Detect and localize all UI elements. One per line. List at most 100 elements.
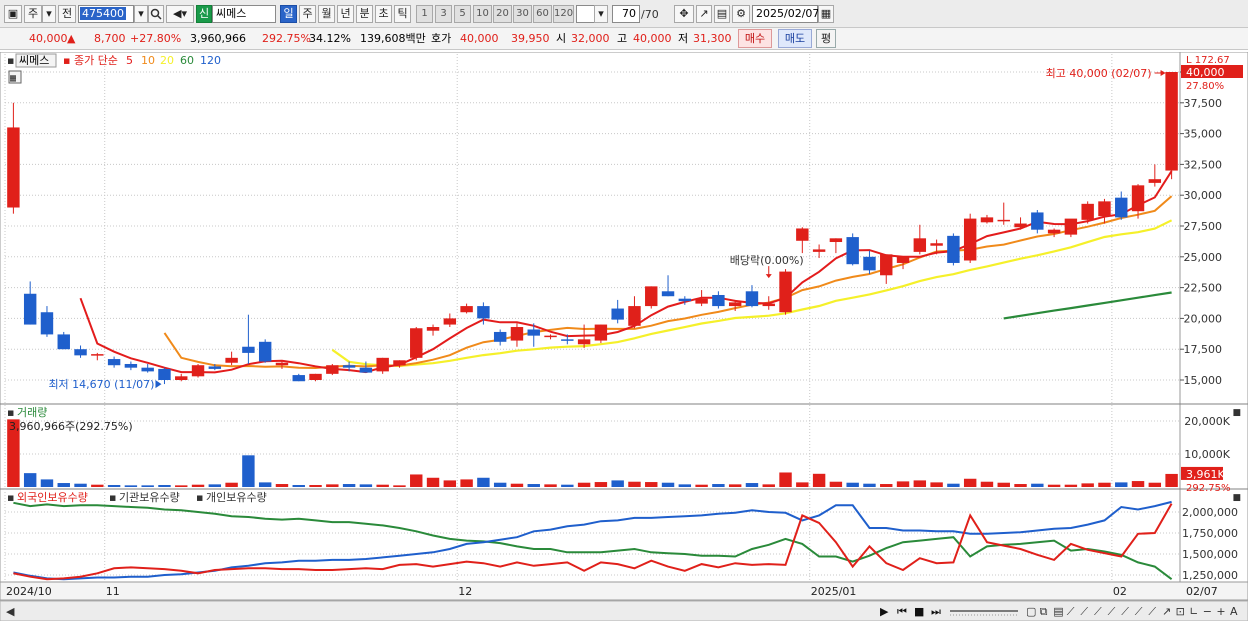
volume-bar [225, 482, 238, 487]
candle [460, 306, 473, 313]
drawing-tool-icon: A [1230, 605, 1238, 618]
candle [963, 218, 977, 261]
volume-bar [1047, 484, 1061, 487]
draw-icon[interactable]: ↗ [696, 5, 712, 23]
low-price: 31,300 [693, 32, 732, 45]
minute-10[interactable]: 10 [473, 5, 492, 23]
prev-button[interactable]: 전 [58, 5, 76, 23]
period-week[interactable]: 주 [299, 5, 316, 23]
market-select[interactable]: 주 [24, 5, 42, 23]
volume-bar [880, 484, 893, 487]
period-second[interactable]: 초 [375, 5, 392, 23]
volume: 3,960,966 [190, 32, 246, 45]
candle [141, 367, 154, 372]
holdings-axis-label: 1,250,000 [1182, 569, 1238, 582]
count-input[interactable]: 70 [612, 5, 640, 23]
crosshair-icon[interactable]: ✥ [674, 5, 694, 23]
low-annotation: 최저 14,670 (11/07) [48, 378, 154, 391]
candle [57, 334, 70, 350]
volume-bar [40, 479, 54, 487]
save-icon[interactable]: ▤ [714, 5, 730, 23]
candle [678, 298, 692, 302]
minute-30[interactable]: 30 [513, 5, 532, 23]
avg-button[interactable]: 평 [816, 29, 836, 48]
date-input[interactable]: 2025/02/07 [752, 5, 819, 23]
bid-price: 39,950 [511, 32, 550, 45]
candle [762, 303, 775, 307]
legend-price-label: ▪ 종가 단순 [63, 54, 118, 67]
period-minute[interactable]: 분 [356, 5, 373, 23]
candle [342, 365, 356, 368]
candle [74, 349, 87, 356]
search-icon[interactable] [148, 5, 164, 23]
minute-3[interactable]: 3 [435, 5, 452, 23]
candle [947, 235, 960, 263]
period-year[interactable]: 년 [337, 5, 354, 23]
volume-bar [812, 473, 826, 487]
open-price: 32,000 [571, 32, 610, 45]
playback-icon: ⏭ [931, 605, 941, 618]
buy-button[interactable]: 매수 [738, 29, 772, 48]
volume-bar [661, 482, 675, 487]
minute-5[interactable]: 5 [454, 5, 471, 23]
sell-button[interactable]: 매도 [778, 29, 812, 48]
volume-bar [393, 485, 406, 487]
candle [846, 237, 859, 265]
volume-bar [91, 484, 104, 487]
minute-1[interactable]: 1 [416, 5, 433, 23]
volume-bar [493, 482, 507, 487]
low-label: 저 [678, 32, 689, 45]
calendar-icon[interactable]: ▦ [818, 5, 834, 23]
volume-bar [410, 474, 423, 487]
interval-dropdown-icon[interactable]: ▾ [594, 5, 608, 23]
code-input[interactable]: 475400 [78, 5, 134, 23]
volume-bar [175, 485, 188, 487]
candle [7, 127, 20, 208]
candle [695, 298, 708, 304]
turnover: 34.12% [309, 32, 351, 45]
candle [208, 366, 222, 369]
holdings-close-icon: ■ [1232, 493, 1241, 503]
volume-bar [577, 482, 591, 487]
legend-ma-10: 10 [141, 54, 155, 67]
minute-120[interactable]: 120 [553, 5, 574, 23]
volume-bar [1064, 484, 1078, 487]
volume-bar [695, 484, 708, 487]
stock-name-field[interactable]: 씨메스 [212, 5, 276, 23]
volume-bar [1031, 483, 1044, 487]
minute-5-label: 5 [459, 8, 466, 19]
candle [292, 375, 305, 382]
candle [1165, 72, 1178, 171]
period-tick[interactable]: 틱 [394, 5, 411, 23]
candle [1115, 197, 1128, 218]
volume-axis-label: 10,000K [1184, 448, 1230, 461]
candle [443, 318, 457, 325]
volume-bar [527, 484, 540, 487]
bid-label: 호가 [431, 32, 452, 45]
minute-20[interactable]: 20 [493, 5, 512, 23]
candle [611, 308, 624, 320]
date-axis-label: 2025/01 [811, 585, 857, 598]
price-change-pct: +27.80% [130, 32, 182, 45]
gear-icon[interactable]: ⚙ [732, 5, 750, 23]
candle [225, 357, 238, 363]
window-menu-icon[interactable]: ▣ [4, 5, 22, 23]
stock-chart[interactable]: 2024/10 11 12 2025/01 02 02/07 40,000 37,500 35,… [0, 52, 1248, 621]
minute-60[interactable]: 60 [533, 5, 552, 23]
drawing-tool-icon: ⟋ [1148, 605, 1156, 618]
volume-bar [594, 482, 608, 487]
code-value: 475400 [80, 7, 126, 20]
candle [577, 339, 591, 345]
code-dropdown-icon[interactable]: ▾ [134, 5, 148, 23]
volume-bar [1165, 473, 1178, 487]
period-month[interactable]: 월 [318, 5, 335, 23]
volume-bar [460, 479, 473, 487]
candle [23, 293, 37, 325]
volume-bar [292, 485, 305, 487]
candle [191, 365, 205, 377]
legend-ma-120: 120 [200, 54, 221, 67]
holdings-axis-label: 1,500,000 [1182, 548, 1238, 561]
sound-icon[interactable]: ◀▾ [166, 5, 194, 23]
chevron-down-icon[interactable]: ▾ [42, 5, 56, 23]
period-day[interactable]: 일 [280, 5, 297, 23]
